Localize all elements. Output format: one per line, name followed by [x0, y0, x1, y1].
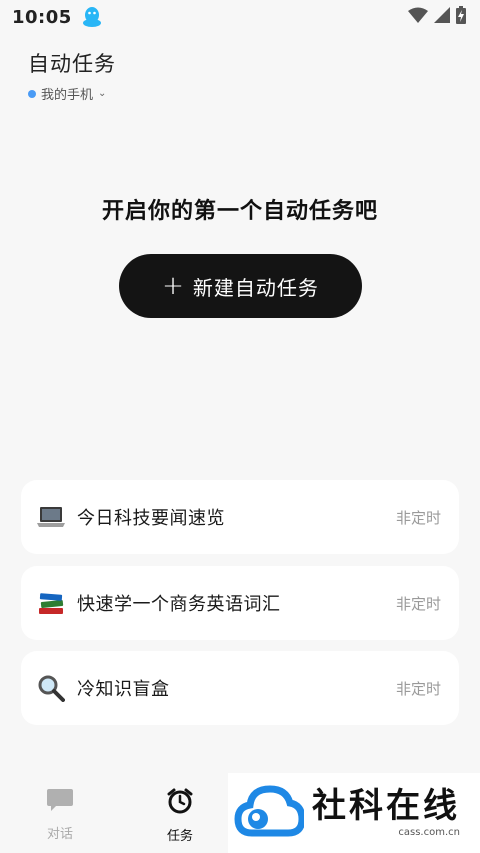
cell-signal-icon — [434, 7, 450, 27]
books-icon — [37, 589, 65, 617]
wifi-icon — [408, 7, 428, 27]
nav-tab-chat[interactable]: 对话 — [30, 787, 90, 842]
task-card-business-english[interactable]: 快速学一个商务英语词汇 非定时 — [21, 566, 459, 640]
device-selector[interactable]: 我的手机 ⌄ — [28, 84, 116, 103]
page-header: 自动任务 我的手机 ⌄ — [28, 48, 116, 103]
watermark-name: 社科在线 — [312, 785, 460, 826]
nav-label-tasks: 任务 — [166, 829, 193, 844]
chat-bubble-icon — [46, 789, 74, 817]
magnifier-icon — [37, 674, 65, 702]
status-bar: 10:05 — [0, 0, 480, 34]
task-card-tech-news[interactable]: 今日科技要闻速览 非定时 — [21, 480, 459, 554]
task-label: 快速学一个商务英语词汇 — [77, 594, 281, 615]
task-label: 今日科技要闻速览 — [77, 508, 225, 529]
page-title: 自动任务 — [28, 52, 116, 76]
plus-icon: + — [162, 271, 185, 301]
task-label: 冷知识盲盒 — [77, 679, 170, 700]
create-task-button[interactable]: + 新建自动任务 — [119, 254, 362, 318]
alarm-clock-icon — [166, 788, 194, 819]
watermark-url: cass.com.cn — [398, 826, 460, 838]
task-schedule: 非定时 — [395, 679, 441, 698]
qq-notification-icon — [82, 6, 102, 28]
nav-label-chat: 对话 — [46, 827, 73, 842]
task-card-trivia-box[interactable]: 冷知识盲盒 非定时 — [21, 651, 459, 725]
task-schedule: 非定时 — [395, 508, 441, 527]
battery-icon — [456, 6, 466, 28]
cloud-eye-logo-icon — [234, 781, 306, 845]
task-schedule: 非定时 — [395, 594, 441, 613]
empty-state-title: 开启你的第一个自动任务吧 — [101, 199, 378, 224]
nav-tab-tasks[interactable]: 任务 — [150, 787, 210, 844]
watermark: 社科在线 cass.com.cn — [228, 773, 480, 853]
status-time: 10:05 — [12, 6, 72, 28]
chevron-down-icon: ⌄ — [98, 88, 107, 99]
create-task-label: 新建自动任务 — [192, 275, 319, 300]
device-name: 我的手机 — [41, 88, 94, 103]
device-status-dot — [28, 89, 36, 98]
status-icons — [408, 6, 466, 28]
laptop-icon — [37, 503, 65, 531]
